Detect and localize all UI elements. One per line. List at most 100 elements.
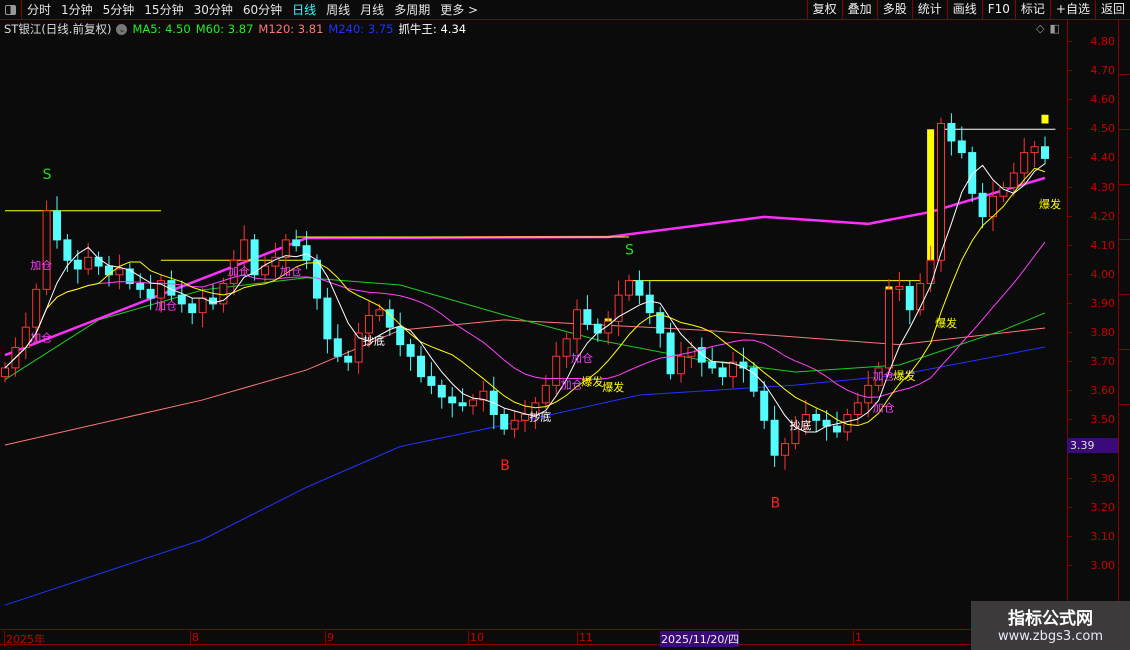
diamond-icon[interactable]: ◇ xyxy=(1036,22,1044,35)
candle-body xyxy=(510,419,519,430)
price-tick: 3.30 xyxy=(1068,472,1119,485)
annotation-label: 爆发 xyxy=(1039,197,1061,211)
watermark-url: www.zbgs3.com xyxy=(997,629,1104,644)
annotation-label: 加仓 xyxy=(155,299,177,313)
candle-body xyxy=(1,367,9,378)
toolbar-button[interactable]: 画线 xyxy=(946,0,982,20)
candle-body xyxy=(947,122,956,142)
candle-body xyxy=(677,355,685,375)
annotation-label: 加仓 xyxy=(873,369,895,383)
price-tick: 3.50 xyxy=(1068,413,1119,426)
candlestick-chart[interactable]: SSBB加仓加仓加仓加仓 加仓抄底抄底加仓加仓爆发爆发抄底加仓加仓爆发爆发爆发 xyxy=(0,38,1066,628)
candle-body xyxy=(552,355,561,386)
candle-body xyxy=(42,210,51,290)
period-tab[interactable]: 5分钟 xyxy=(98,1,140,18)
toolbar-button[interactable]: 复权 xyxy=(806,0,842,20)
period-tab[interactable]: 更多 > xyxy=(435,1,483,18)
toolbar-button[interactable]: F10 xyxy=(981,0,1015,20)
signal-bar xyxy=(1041,114,1049,124)
candle-body xyxy=(323,297,332,340)
price-tick: 4.40 xyxy=(1068,151,1119,164)
price-tick: 4.80 xyxy=(1068,35,1119,48)
zhuaniuwang-value: 抓牛王: 4.34 xyxy=(398,22,467,36)
period-tab[interactable]: 30分钟 xyxy=(189,1,238,18)
sidebar-toggle-button[interactable] xyxy=(0,0,22,20)
candle-body xyxy=(344,355,353,363)
candle-body xyxy=(521,413,529,421)
annotation-label: 爆发 xyxy=(581,374,603,388)
panel-icon[interactable]: ◧ xyxy=(1049,22,1059,35)
candle-body xyxy=(978,192,987,218)
candle-body xyxy=(562,338,571,357)
period-toolbar: 分时 1分钟 5分钟 15分钟 30分钟 60分钟 日线 周线 月线 多周期 更多 > 复权 叠加 多股… xyxy=(0,0,1130,20)
toolbar-button[interactable]: 标记 xyxy=(1014,0,1050,20)
candle-body xyxy=(302,245,311,261)
candle-body xyxy=(1030,146,1039,154)
candle-body xyxy=(115,268,124,276)
candle-body xyxy=(73,259,82,270)
candle-body xyxy=(926,259,935,285)
m240-value: M240: 3.75 xyxy=(328,22,394,36)
date-label: 1 xyxy=(853,631,862,644)
signal-label: B xyxy=(500,458,510,474)
candle-body xyxy=(541,384,550,404)
candle-body xyxy=(417,355,425,378)
toolbar-button[interactable]: 统计 xyxy=(911,0,947,20)
period-tab[interactable]: 分时 xyxy=(22,1,56,18)
candle-body xyxy=(583,309,592,325)
signal-bar xyxy=(927,129,935,261)
candle-body xyxy=(281,239,290,258)
annotation-label: 加仓 xyxy=(30,331,52,345)
date-label: 2025/11/20/四 xyxy=(660,631,740,647)
candle-body xyxy=(593,323,602,334)
signal-label: B xyxy=(771,496,781,512)
annotation-label: 加仓 xyxy=(30,258,52,272)
candle-body xyxy=(1041,146,1049,159)
price-tick: 4.30 xyxy=(1068,181,1119,194)
candle-body xyxy=(573,309,581,340)
toolbar-button[interactable]: 多股 xyxy=(876,0,912,20)
signal-label: S xyxy=(43,167,52,183)
candle-body xyxy=(375,309,384,317)
period-tab[interactable]: 多周期 xyxy=(389,1,435,18)
m60-value: M60: 3.87 xyxy=(195,22,254,36)
candle-body xyxy=(406,344,415,357)
right-side-tabs[interactable] xyxy=(1118,20,1130,650)
annotation-label: 抄底 xyxy=(363,334,385,348)
ma5-value: MA5: 4.50 xyxy=(132,22,191,36)
candle-body xyxy=(718,367,727,378)
candle-body xyxy=(469,399,477,407)
price-tick: 3.60 xyxy=(1068,384,1119,397)
period-tab[interactable]: 日线 xyxy=(287,1,321,18)
dropdown-icon[interactable]: ⌄ xyxy=(116,23,128,35)
date-label: 10 xyxy=(468,631,484,644)
toolbar-button[interactable]: +自选 xyxy=(1049,0,1095,20)
annotation-label: 抄底 xyxy=(529,409,551,423)
toolbar-button[interactable]: 叠加 xyxy=(841,0,877,20)
panel-icon xyxy=(5,4,16,15)
price-tick: 4.70 xyxy=(1068,64,1119,77)
price-tick: 3.90 xyxy=(1068,297,1119,310)
period-tab[interactable]: 60分钟 xyxy=(238,1,287,18)
period-tab[interactable]: 1分钟 xyxy=(56,1,98,18)
period-tab[interactable]: 15分钟 xyxy=(139,1,188,18)
candle-body xyxy=(614,294,623,322)
toolbar-button[interactable]: 返回 xyxy=(1094,0,1130,20)
candle-body xyxy=(625,280,633,296)
candle-body xyxy=(177,294,186,305)
price-tick: 3.00 xyxy=(1068,559,1119,572)
date-label: 11 xyxy=(577,631,593,644)
candle-body xyxy=(53,210,61,241)
period-tab[interactable]: 周线 xyxy=(321,1,355,18)
candle-body xyxy=(458,402,467,407)
candle-body xyxy=(833,425,841,433)
annotation-label: 爆发 xyxy=(893,369,915,383)
period-tab[interactable]: 月线 xyxy=(355,1,389,18)
annotation-label: 加仓 xyxy=(561,377,583,391)
candle-body xyxy=(396,326,405,346)
candle-body xyxy=(781,443,789,456)
annotation-label: 爆发 xyxy=(602,380,624,394)
candle-body xyxy=(645,294,654,314)
candle-body xyxy=(708,361,717,369)
candle-body xyxy=(84,256,93,270)
